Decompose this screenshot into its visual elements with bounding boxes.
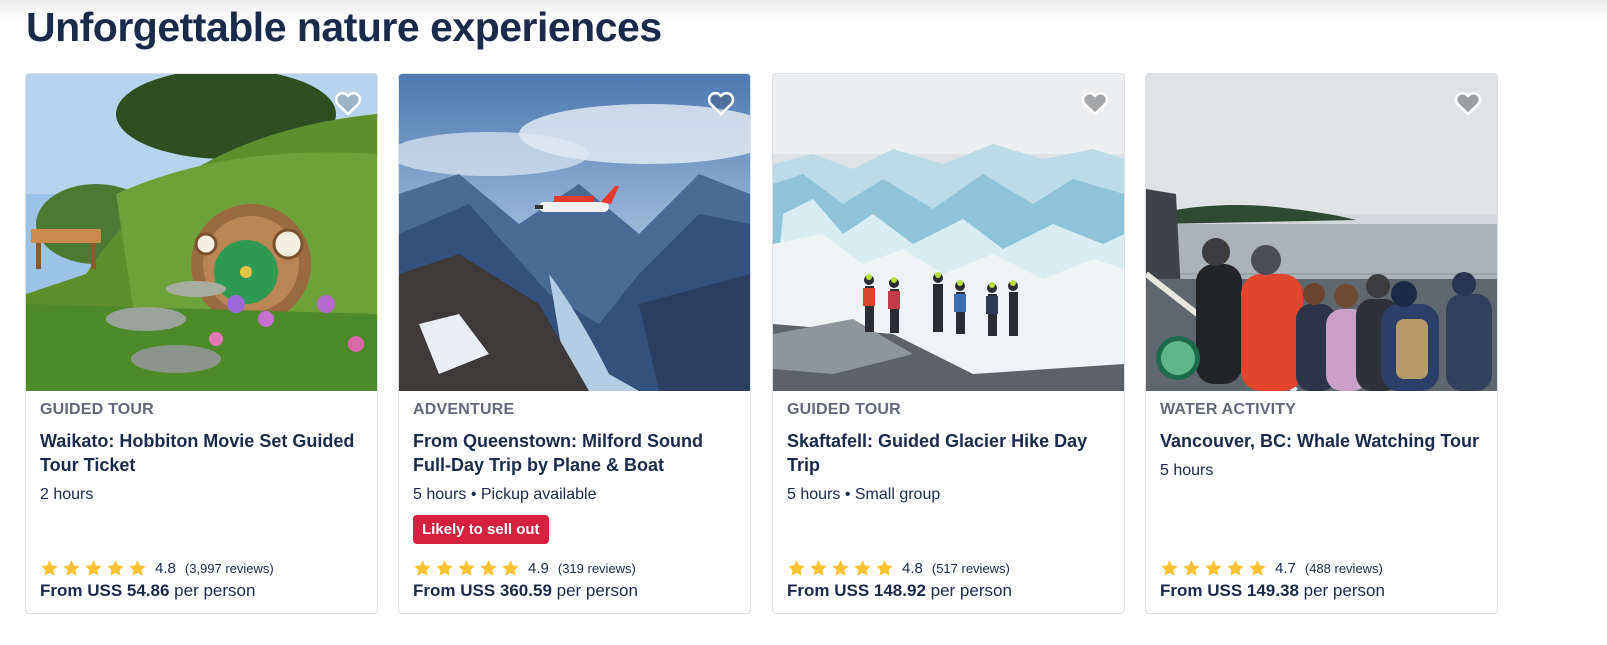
activity-card-hobbiton[interactable]: GUIDED TOUR Waikato: Hobbiton Movie Set …	[25, 73, 378, 614]
card-category: GUIDED TOUR	[40, 401, 154, 418]
review-count: (3,997 reviews)	[184, 560, 274, 576]
star-icon	[502, 559, 519, 576]
heart-icon	[1081, 91, 1109, 116]
star-icon	[832, 559, 849, 576]
price-amount: From USS 149.38	[1160, 581, 1299, 600]
boat-passengers-image[interactable]	[1146, 74, 1497, 391]
activity-card-milford-sound[interactable]: ADVENTURE From Queenstown: Milford Sound…	[398, 73, 751, 614]
star-icon	[414, 559, 431, 576]
star-icon	[63, 559, 80, 576]
price-unit: per person	[169, 581, 256, 600]
star-icon	[85, 559, 102, 576]
rating-value: 4.8	[902, 559, 923, 577]
star-icon	[876, 559, 893, 576]
hobbit-hole-image[interactable]	[26, 74, 377, 391]
rating-value: 4.8	[155, 559, 176, 577]
review-count: (319 reviews)	[557, 560, 636, 576]
card-category: WATER ACTIVITY	[1160, 401, 1297, 418]
star-icon	[41, 559, 58, 576]
rating-row: 4.7 (488 reviews)	[1160, 557, 1383, 579]
heart-icon	[334, 91, 362, 116]
rating-row: 4.8 (517 reviews)	[787, 557, 1010, 579]
star-rating	[40, 559, 147, 578]
fjord-plane-image[interactable]	[399, 74, 750, 391]
card-meta: 2 hours	[40, 486, 94, 503]
heart-icon	[707, 91, 735, 116]
star-icon	[480, 559, 497, 576]
section-title: Unforgettable nature experiences	[26, 4, 662, 50]
wishlist-heart-button[interactable]	[1074, 82, 1116, 124]
star-icon	[1227, 559, 1244, 576]
likely-to-sell-out-badge: Likely to sell out	[413, 515, 549, 544]
card-category: ADVENTURE	[413, 401, 515, 418]
activity-card-whale-watching[interactable]: WATER ACTIVITY Vancouver, BC: Whale Watc…	[1145, 73, 1498, 614]
price-unit: per person	[551, 581, 638, 600]
rating-row: 4.8 (3,997 reviews)	[40, 557, 274, 579]
star-rating	[413, 559, 520, 578]
card-category: GUIDED TOUR	[787, 401, 901, 418]
review-count: (488 reviews)	[1304, 560, 1383, 576]
rating-value: 4.9	[528, 559, 549, 577]
activity-card-skaftafell[interactable]: GUIDED TOUR Skaftafell: Guided Glacier H…	[772, 73, 1125, 614]
rating-value: 4.7	[1275, 559, 1296, 577]
price-amount: From USS 360.59	[413, 581, 552, 600]
star-icon	[788, 559, 805, 576]
review-count: (517 reviews)	[931, 560, 1010, 576]
wishlist-heart-button[interactable]	[327, 82, 369, 124]
price-amount: From USS 54.86	[40, 581, 170, 600]
card-title[interactable]: From Queenstown: Milford Sound Full-Day …	[413, 429, 738, 477]
star-icon	[129, 559, 146, 576]
price-amount: From USS 148.92	[787, 581, 926, 600]
wishlist-heart-button[interactable]	[700, 82, 742, 124]
card-meta: 5 hours	[1160, 462, 1214, 479]
star-icon	[1161, 559, 1178, 576]
price: From USS 54.86 per person	[40, 580, 255, 602]
star-icon	[1205, 559, 1222, 576]
card-title[interactable]: Waikato: Hobbiton Movie Set Guided Tour …	[40, 429, 365, 477]
star-icon	[1249, 559, 1266, 576]
price: From USS 149.38 per person	[1160, 580, 1385, 602]
price-unit: per person	[1298, 581, 1385, 600]
wishlist-heart-button[interactable]	[1447, 82, 1489, 124]
star-rating	[1160, 559, 1267, 578]
card-meta: 5 hours • Small group	[787, 486, 941, 503]
star-icon	[107, 559, 124, 576]
star-icon	[436, 559, 453, 576]
star-icon	[458, 559, 475, 576]
star-rating	[787, 559, 894, 578]
star-icon	[810, 559, 827, 576]
star-icon	[854, 559, 871, 576]
heart-icon	[1454, 91, 1482, 116]
price-unit: per person	[925, 581, 1012, 600]
price: From USS 148.92 per person	[787, 580, 1012, 602]
card-title[interactable]: Skaftafell: Guided Glacier Hike Day Trip	[787, 429, 1112, 477]
card-meta: 5 hours • Pickup available	[413, 486, 597, 503]
price: From USS 360.59 per person	[413, 580, 638, 602]
card-title[interactable]: Vancouver, BC: Whale Watching Tour	[1160, 429, 1485, 453]
glacier-hikers-image[interactable]	[773, 74, 1124, 391]
star-icon	[1183, 559, 1200, 576]
rating-row: 4.9 (319 reviews)	[413, 557, 636, 579]
